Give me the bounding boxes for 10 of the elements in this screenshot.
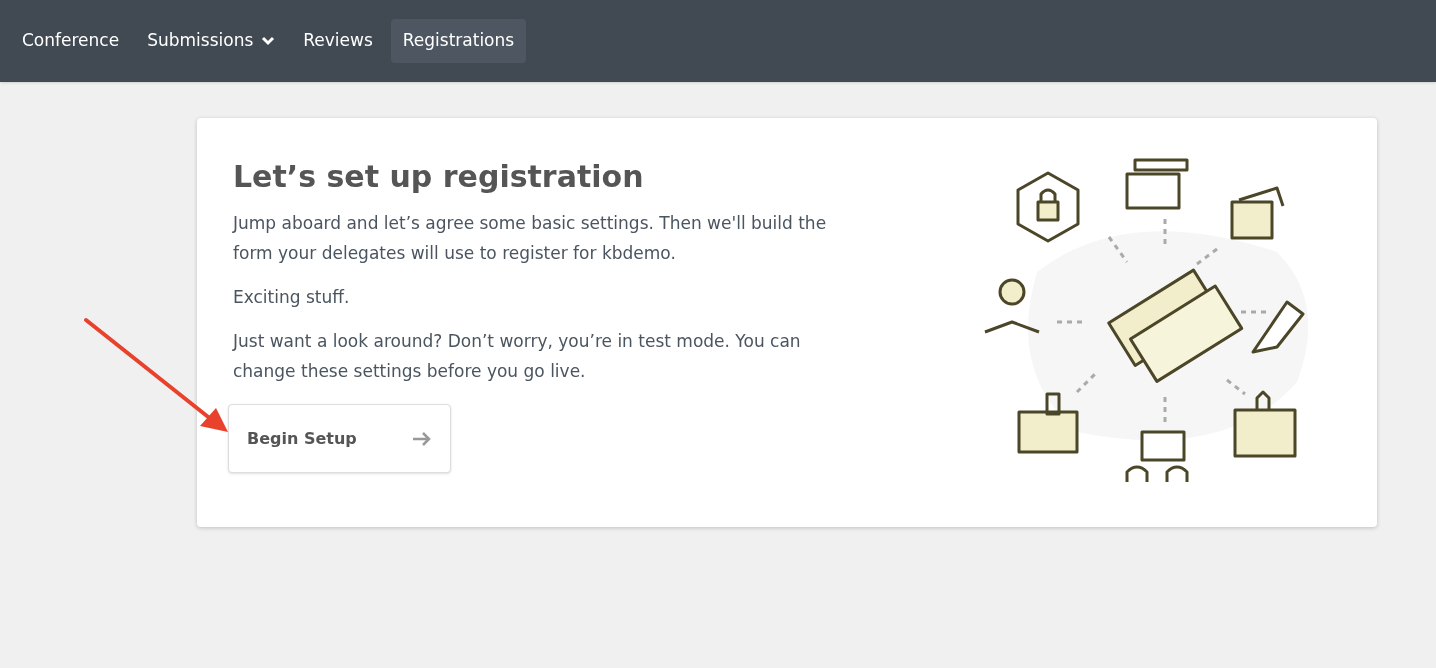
paragraph: Just want a look around? Don’t worry, you’re in test mode. You can change these settings before you go live. — [233, 330, 802, 383]
arrow-right-icon — [412, 431, 432, 446]
paragraph: Jump aboard and let’s agree some basic settings. Then we'll build the form your delegates will use to register for kbdemo. — [233, 212, 828, 265]
nav-tab[interactable]: Submissions — [137, 19, 286, 63]
paragraph: Exciting stuff. — [233, 286, 351, 309]
card-title: Let’s set up registration — [233, 158, 645, 196]
nav-tab[interactable]: Conference — [12, 19, 130, 63]
nav-tab[interactable]: Registrations — [390, 19, 527, 63]
begin-setup-button[interactable]: Begin Setup — [228, 404, 451, 473]
nav-tab[interactable]: Reviews — [293, 19, 383, 63]
